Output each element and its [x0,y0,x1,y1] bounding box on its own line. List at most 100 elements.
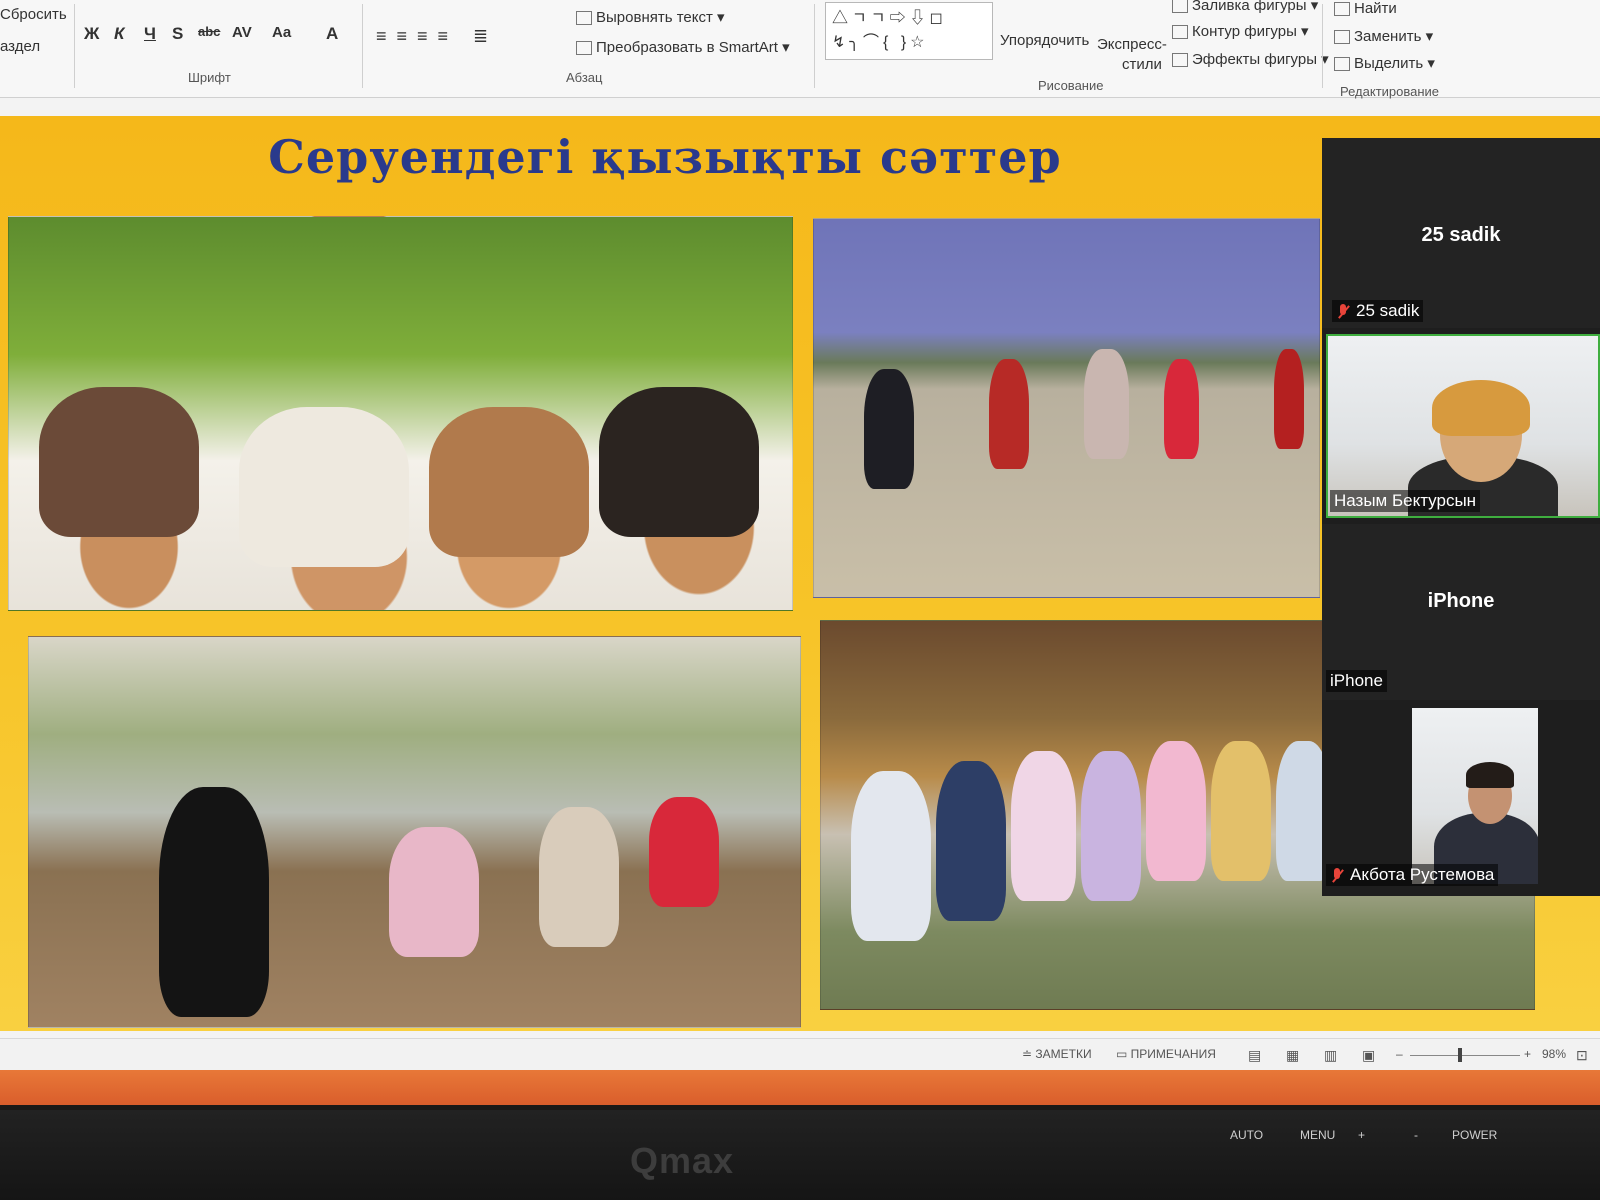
select-button[interactable]: Выделить ▾ [1334,54,1435,72]
divider [74,4,75,88]
slideshow-icon[interactable]: ▣ [1362,1047,1375,1064]
reset-button[interactable]: Сбросить [0,6,67,23]
italic-button[interactable]: К [114,24,124,44]
replace-icon [1334,30,1350,45]
child-figure [649,797,719,907]
participant-tile[interactable]: 25 sadik 25 sadik [1322,138,1600,328]
find-label: Найти [1354,0,1397,17]
find-button[interactable]: Найти [1334,0,1397,17]
replace-label: Заменить [1354,28,1422,45]
divider [362,4,363,88]
notes-label: ЗАМЕТКИ [1035,1047,1092,1061]
participant-tile[interactable]: iPhone iPhone [1322,524,1600,700]
divider [814,4,815,88]
shape-effects-label: Эффекты фигуры [1192,51,1318,68]
zoom-slider-thumb[interactable] [1458,1048,1462,1062]
strikethrough-button[interactable]: abc [198,24,220,39]
zoom-level[interactable]: 98% [1542,1047,1566,1061]
normal-view-icon[interactable]: ▤ [1248,1047,1261,1064]
find-icon [1334,2,1350,17]
participant-label: Акбота Рустемова [1326,864,1499,886]
taskbar-strip [0,1070,1600,1105]
editing-group-label: Редактирование [1340,84,1440,99]
slide-sorter-icon[interactable]: ▦ [1286,1047,1299,1064]
section-button[interactable]: аздел [0,38,40,55]
photo-kids-closeup [8,216,793,611]
participant-label: 25 sadik [1332,300,1424,322]
monitor-minus-button[interactable]: - [1414,1128,1418,1142]
child-figure [599,387,759,537]
change-case-button[interactable]: Aa [272,24,291,41]
zoom-in-button[interactable]: + [1524,1047,1531,1061]
effects-icon [1172,53,1188,68]
screen: Сбросить аздел Ж К Ч S abc AV Aa A Шрифт… [0,0,1600,1105]
child-figure [1081,751,1141,901]
child-figure [389,827,479,957]
participants-panel: 25 sadik 25 sadik Назым Бектурсын iPhone… [1322,138,1600,896]
align-text-button[interactable]: Выровнять текст ▾ [576,8,725,26]
child-figure [239,407,409,567]
child-figure [429,407,589,557]
muted-mic-icon [1336,303,1350,320]
participant-label-text: 25 sadik [1356,301,1420,320]
shadow-button[interactable]: S [172,24,183,44]
participant-name: Назым Бектурсын [1330,490,1481,512]
child-figure [989,359,1029,469]
photo-kids-leaves [28,636,801,1028]
monitor-plus-button[interactable]: + [1358,1128,1365,1142]
participant-name: iPhone [1427,590,1495,612]
shape-fill-button[interactable]: Заливка фигуры ▾ [1172,0,1318,14]
outline-icon [1172,25,1188,40]
monitor: Сбросить аздел Ж К Ч S abc AV Aa A Шрифт… [0,0,1600,1200]
child-figure [1211,741,1271,881]
photo-kids-yard [813,218,1320,598]
monitor-menu-button[interactable]: MENU [1300,1128,1335,1142]
child-figure [1164,359,1199,459]
bold-button[interactable]: Ж [84,24,99,44]
participant-video-tile[interactable] [1410,706,1540,886]
ribbon: Сбросить аздел Ж К Ч S abc AV Aa A Шрифт… [0,0,1600,99]
monitor-power-button[interactable]: POWER [1452,1128,1497,1142]
child-figure [1011,751,1076,901]
express-styles-button[interactable]: Экспресс- [1097,36,1167,53]
monitor-auto-button[interactable]: AUTO [1230,1128,1263,1142]
align-text-label: Выровнять текст [596,9,713,26]
font-color-button[interactable]: A [326,24,338,44]
fit-slide-icon[interactable]: ⊡ [1576,1047,1588,1064]
align-text-icon [576,11,592,26]
smartart-icon [576,41,592,56]
slide-title: Серуендегі қызықты сәттер [268,130,1062,184]
participant-name: 25 sadik [1421,224,1501,246]
child-figure [159,787,269,1017]
child-figure [936,761,1006,921]
shape-fill-label: Заливка фигуры [1192,0,1307,14]
comments-button[interactable]: ▭ ПРИМЕЧАНИЯ [1116,1047,1216,1061]
shape-outline-label: Контур фигуры [1192,23,1297,40]
muted-mic-icon [1330,867,1344,884]
zoom-out-button[interactable]: – [1396,1047,1403,1061]
child-figure [39,387,199,537]
comments-label: ПРИМЕЧАНИЯ [1130,1047,1216,1061]
shape-outline-button[interactable]: Контур фигуры ▾ [1172,22,1309,40]
arrange-button[interactable]: Упорядочить [1000,32,1089,49]
spacing-button[interactable]: AV [232,24,252,41]
person-figure [1432,380,1530,436]
fill-icon [1172,0,1188,14]
shape-effects-button[interactable]: Эффекты фигуры ▾ [1172,50,1329,68]
reading-view-icon[interactable]: ▥ [1324,1047,1337,1064]
express-styles-label: стили [1122,56,1162,73]
underline-button[interactable]: Ч [144,24,156,44]
shapes-gallery[interactable]: △ㄱㄱ⇨⇩◻ ↯╮⌒{ }☆ [825,2,993,60]
convert-smartart-button[interactable]: Преобразовать в SmartArt ▾ [576,38,790,56]
zoom-slider[interactable] [1410,1055,1520,1056]
select-label: Выделить [1354,55,1424,72]
notes-button[interactable]: ≐ ЗАМЕТКИ [1022,1047,1092,1061]
participant-label-text: Акбота Рустемова [1350,865,1495,884]
replace-button[interactable]: Заменить ▾ [1334,27,1433,45]
divider [1322,4,1323,88]
paragraph-align-icons[interactable]: ≡≡≡≡ ≣ [376,26,498,47]
paragraph-group-label: Абзац [566,70,603,85]
monitor-bezel [0,1110,1600,1200]
child-figure [1084,349,1129,459]
participant-video-tile[interactable]: Назым Бектурсын [1326,334,1600,518]
